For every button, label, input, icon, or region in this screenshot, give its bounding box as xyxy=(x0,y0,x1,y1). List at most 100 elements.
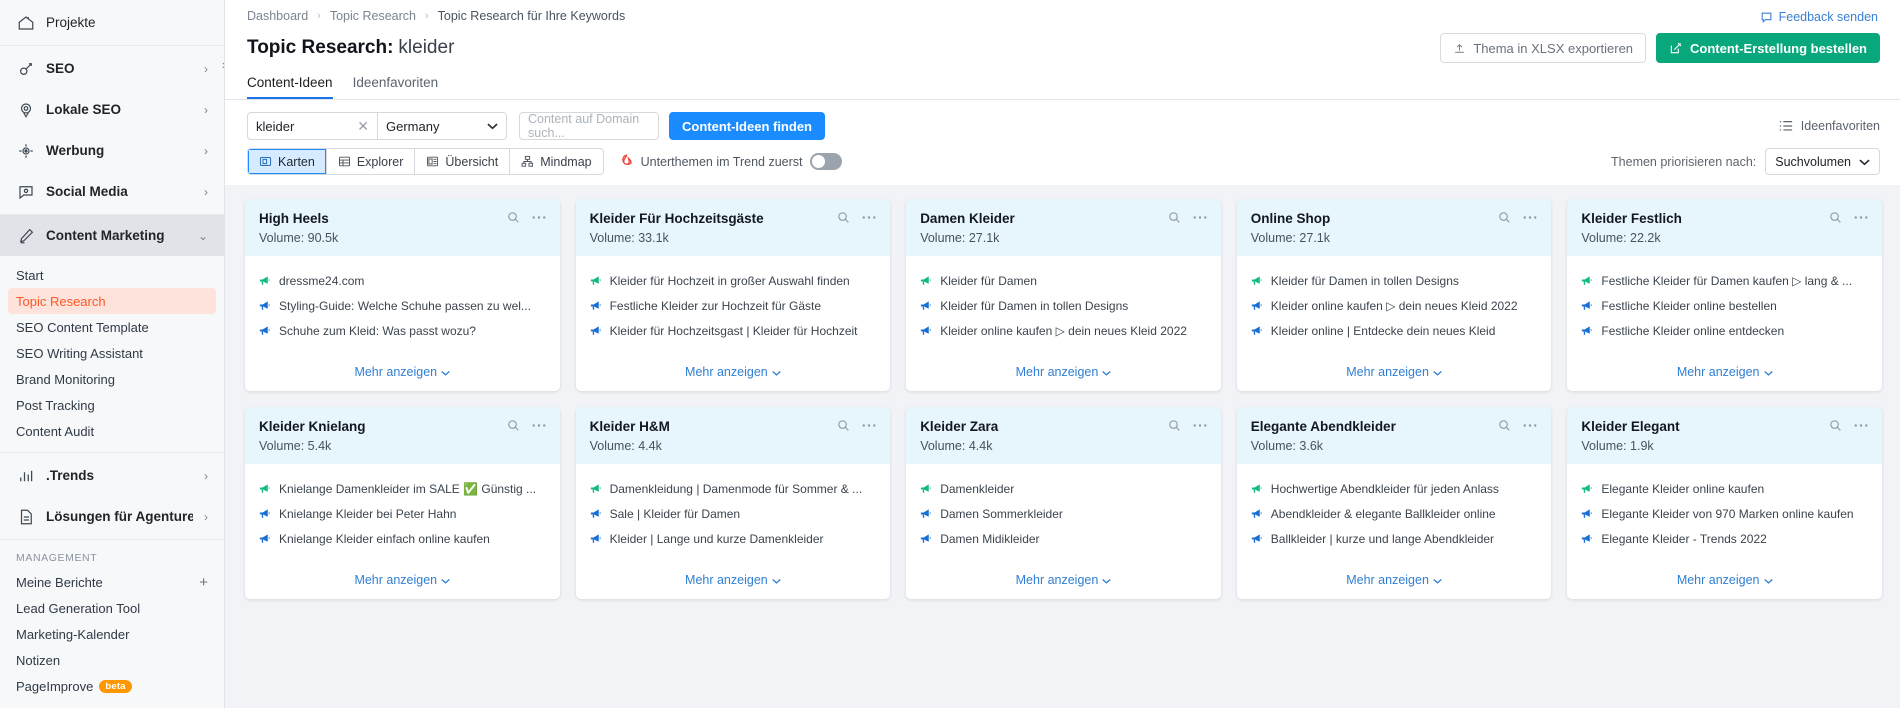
sidebar-item-start[interactable]: Start xyxy=(0,262,224,288)
search-icon[interactable] xyxy=(1498,419,1511,432)
topic-card[interactable]: High Heels Volume: 90.5k dressme24.com Styl… xyxy=(245,199,560,391)
idea-item[interactable]: Elegante Kleider - Trends 2022 xyxy=(1581,532,1868,547)
close-icon[interactable]: ✕ xyxy=(357,118,369,135)
search-icon[interactable] xyxy=(837,419,850,432)
idea-favorites-link[interactable]: Ideenfavoriten xyxy=(1779,119,1880,133)
idea-item[interactable]: Abendkleider & elegante Ballkleider onli… xyxy=(1251,507,1538,522)
more-options-icon[interactable] xyxy=(862,423,876,428)
sidebar-item-seo[interactable]: SEO › xyxy=(0,48,224,89)
more-options-icon[interactable] xyxy=(1854,423,1868,428)
feedback-link[interactable]: Feedback senden xyxy=(1760,10,1878,24)
topic-card[interactable]: Kleider Elegant Volume: 1.9k Elegante Klei… xyxy=(1567,407,1882,599)
more-options-icon[interactable] xyxy=(1523,215,1537,220)
idea-item[interactable]: Kleider online kaufen ▷ dein neues Kleid… xyxy=(920,324,1207,339)
idea-item[interactable]: Festliche Kleider online bestellen xyxy=(1581,299,1868,314)
show-more-link[interactable]: Mehr anzeigen xyxy=(576,563,891,599)
keyword-input[interactable]: kleider ✕ xyxy=(247,112,377,140)
trending-subtopics-toggle[interactable] xyxy=(810,153,843,170)
topic-card[interactable]: Damen Kleider Volume: 27.1k Kleider für Da… xyxy=(906,199,1221,391)
more-options-icon[interactable] xyxy=(862,215,876,220)
topic-card[interactable]: Kleider Knielang Volume: 5.4k Knielange Da… xyxy=(245,407,560,599)
idea-item[interactable]: Damenkleider xyxy=(920,482,1207,497)
export-xlsx-button[interactable]: Thema in XLSX exportieren xyxy=(1440,33,1647,63)
domain-search-input[interactable]: Content auf Domain such... xyxy=(519,112,659,140)
show-more-link[interactable]: Mehr anzeigen xyxy=(1567,355,1882,391)
show-more-link[interactable]: Mehr anzeigen xyxy=(576,355,891,391)
view-uebersicht[interactable]: Übersicht xyxy=(415,149,511,174)
tab-content-ideen[interactable]: Content-Ideen xyxy=(247,75,333,99)
sidebar-item-seo-content-template[interactable]: SEO Content Template xyxy=(0,314,224,340)
idea-item[interactable]: Festliche Kleider für Damen kaufen ▷ lan… xyxy=(1581,274,1868,289)
sidebar-item-content-marketing[interactable]: Content Marketing ⌄ xyxy=(0,215,224,256)
sidebar-item-werbung[interactable]: Werbung › xyxy=(0,130,224,171)
idea-item[interactable]: Knielange Kleider bei Peter Hahn xyxy=(259,507,546,522)
search-icon[interactable] xyxy=(507,211,520,224)
idea-item[interactable]: Kleider für Damen xyxy=(920,274,1207,289)
topic-card[interactable]: Kleider Für Hochzeitsgäste Volume: 33.1k K… xyxy=(575,199,891,391)
idea-item[interactable]: Schuhe zum Kleid: Was passt wozu? xyxy=(259,324,546,339)
view-karten[interactable]: Karten xyxy=(248,149,327,174)
search-icon[interactable] xyxy=(1168,211,1181,224)
sidebar-item-loesungen-agenturen[interactable]: Lösungen für Agenturen › xyxy=(0,496,224,537)
sidebar-item-notizen[interactable]: Notizen xyxy=(0,647,224,673)
show-more-link[interactable]: Mehr anzeigen xyxy=(1567,563,1882,599)
idea-item[interactable]: Elegante Kleider von 970 Marken online k… xyxy=(1581,507,1868,522)
idea-item[interactable]: Kleider online | Entdecke dein neues Kle… xyxy=(1251,324,1538,339)
sidebar-item-lead-generation-tool[interactable]: Lead Generation Tool xyxy=(0,595,224,621)
sidebar-collapse-icon[interactable]: › xyxy=(215,55,224,73)
sidebar-item-seo-writing-assistant[interactable]: SEO Writing Assistant xyxy=(0,340,224,366)
more-options-icon[interactable] xyxy=(1854,215,1868,220)
sidebar-item-trends[interactable]: .Trends › xyxy=(0,455,224,496)
idea-item[interactable]: Damenkleidung | Damenmode für Sommer & .… xyxy=(590,482,877,497)
show-more-link[interactable]: Mehr anzeigen xyxy=(1237,563,1552,599)
idea-item[interactable]: Knielange Kleider einfach online kaufen xyxy=(259,532,546,547)
breadcrumb-item-topic-research[interactable]: Topic Research xyxy=(330,9,416,23)
more-options-icon[interactable] xyxy=(1193,215,1207,220)
sidebar-item-brand-monitoring[interactable]: Brand Monitoring xyxy=(0,366,224,392)
sidebar-item-lokale-seo[interactable]: Lokale SEO › xyxy=(0,89,224,130)
idea-item[interactable]: Elegante Kleider online kaufen xyxy=(1581,482,1868,497)
idea-item[interactable]: Styling-Guide: Welche Schuhe passen zu w… xyxy=(259,299,546,314)
plus-icon[interactable]: + xyxy=(199,574,208,591)
show-more-link[interactable]: Mehr anzeigen xyxy=(906,563,1221,599)
topic-card[interactable]: Kleider Zara Volume: 4.4k Damenkleider Dame… xyxy=(906,407,1221,599)
sidebar-item-post-tracking[interactable]: Post Tracking xyxy=(0,392,224,418)
view-explorer[interactable]: Explorer xyxy=(327,149,416,174)
search-icon[interactable] xyxy=(1498,211,1511,224)
more-options-icon[interactable] xyxy=(532,423,546,428)
search-icon[interactable] xyxy=(1829,211,1842,224)
show-more-link[interactable]: Mehr anzeigen xyxy=(245,563,560,599)
idea-item[interactable]: Festliche Kleider zur Hochzeit für Gäste xyxy=(590,299,877,314)
idea-item[interactable]: Kleider | Lange und kurze Damenkleider xyxy=(590,532,877,547)
tab-ideenfavoriten[interactable]: Ideenfavoriten xyxy=(353,75,439,99)
sidebar-item-content-audit[interactable]: Content Audit xyxy=(0,418,224,444)
topic-card[interactable]: Kleider H&M Volume: 4.4k Damenkleidung | D… xyxy=(575,407,891,599)
more-options-icon[interactable] xyxy=(1193,423,1207,428)
sidebar-item-social-media[interactable]: Social Media › xyxy=(0,171,224,212)
topic-card[interactable]: Online Shop Volume: 27.1k Kleider für Dame… xyxy=(1236,199,1552,391)
idea-item[interactable]: Kleider für Damen in tollen Designs xyxy=(920,299,1207,314)
show-more-link[interactable]: Mehr anzeigen xyxy=(1237,355,1552,391)
idea-item[interactable]: dressme24.com xyxy=(259,274,546,289)
search-icon[interactable] xyxy=(1168,419,1181,432)
idea-item[interactable]: Damen Sommerkleider xyxy=(920,507,1207,522)
idea-item[interactable]: Damen Midikleider xyxy=(920,532,1207,547)
sidebar-item-topic-research[interactable]: Topic Research xyxy=(8,288,216,314)
sidebar-item-pageimprove[interactable]: PageImprove beta xyxy=(0,673,224,699)
idea-item[interactable]: Knielange Damenkleider im SALE ✅ Günstig… xyxy=(259,482,546,497)
more-options-icon[interactable] xyxy=(1523,423,1537,428)
database-select[interactable]: Germany xyxy=(377,112,507,140)
idea-item[interactable]: Sale | Kleider für Damen xyxy=(590,507,877,522)
idea-item[interactable]: Ballkleider | kurze und lange Abendkleid… xyxy=(1251,532,1538,547)
idea-item[interactable]: Kleider für Damen in tollen Designs xyxy=(1251,274,1538,289)
idea-item[interactable]: Kleider online kaufen ▷ dein neues Kleid… xyxy=(1251,299,1538,314)
idea-item[interactable]: Kleider für Hochzeitsgast | Kleider für … xyxy=(590,324,877,339)
idea-item[interactable]: Kleider für Hochzeit in großer Auswahl f… xyxy=(590,274,877,289)
sidebar-item-projekte[interactable]: Projekte xyxy=(0,2,224,43)
search-icon[interactable] xyxy=(1829,419,1842,432)
idea-item[interactable]: Festliche Kleider online entdecken xyxy=(1581,324,1868,339)
search-icon[interactable] xyxy=(507,419,520,432)
view-mindmap[interactable]: Mindmap xyxy=(510,149,602,174)
search-icon[interactable] xyxy=(837,211,850,224)
show-more-link[interactable]: Mehr anzeigen xyxy=(906,355,1221,391)
